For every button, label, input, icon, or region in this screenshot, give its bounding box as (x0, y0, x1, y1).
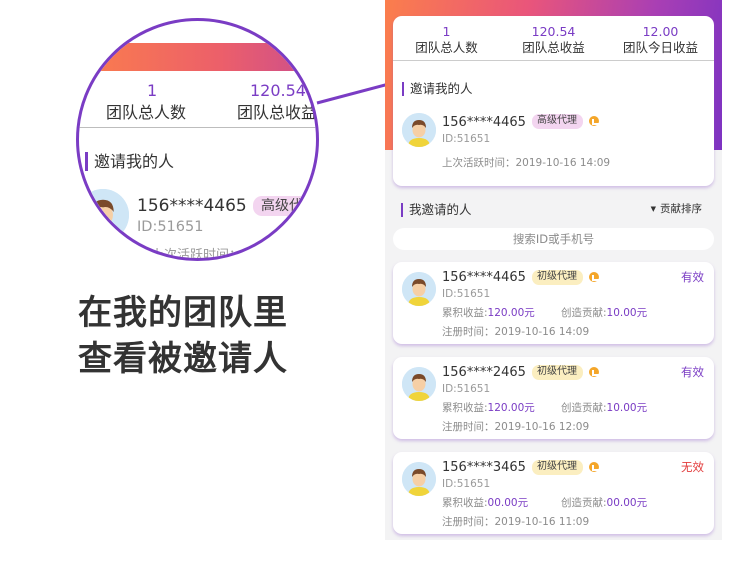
member-register-time: 注册时间：2019-10-16 11:09 (442, 516, 589, 529)
register-label: 注册时间： (442, 326, 495, 338)
inviter-id: ID:51651 (442, 133, 491, 145)
stat-today-earnings: 12.00 团队今日收益 (607, 16, 714, 60)
magnifier-lens: 1 团队总人数 120.54 团队总收益 邀请我的人 156****4465 高… (76, 18, 319, 261)
stat-team-count-label: 团队总人数 (415, 40, 478, 55)
stat-team-earnings-value: 120.54 (531, 24, 576, 39)
register-value: 2019-10-16 14:09 (494, 326, 590, 338)
avatar-icon (79, 189, 129, 241)
contribution-value: 10.00元 (606, 402, 648, 414)
member-register-time: 注册时间：2019-10-16 12:09 (442, 421, 589, 434)
member-earnings: 累积收益:120.00元 (442, 402, 535, 415)
earnings-value: 00.00元 (487, 497, 529, 509)
search-placeholder: 搜索ID或手机号 (512, 232, 595, 246)
magnifier-section-title: 邀请我的人 (94, 152, 175, 171)
earnings-label: 累积收益: (442, 307, 488, 319)
list-item[interactable]: 156****4465 初级代理 有效 ID:51651 累积收益:120.00… (393, 262, 714, 344)
member-register-time: 注册时间：2019-10-16 14:09 (442, 326, 589, 339)
promo-caption: 在我的团队里 查看被邀请人 (78, 290, 288, 382)
earnings-label: 累积收益: (442, 402, 488, 414)
level-badge: 初级代理 (532, 365, 583, 380)
member-earnings: 累积收益:00.00元 (442, 497, 528, 510)
stat-team-earnings-label: 团队总收益 (522, 40, 585, 55)
member-name: 156****4465 (442, 270, 526, 285)
magnifier-stat-team-count-label: 团队总人数 (106, 103, 187, 122)
invited-section-header: 我邀请的人 ▼ 贡献排序 (385, 195, 722, 221)
member-contribution: 创造贡献:10.00元 (561, 307, 647, 320)
register-label: 注册时间： (442, 516, 495, 528)
magnifier-inviter-id: ID:51651 (137, 219, 204, 235)
magnifier-stat-team-count-value: 1 (147, 81, 158, 100)
contribution-label: 创造贡献: (561, 497, 607, 509)
member-contribution: 创造贡献:00.00元 (561, 497, 647, 510)
avatar-icon (402, 367, 436, 401)
earnings-label: 累积收益: (442, 497, 488, 509)
team-stats-row: 1 团队总人数 120.54 团队总收益 12.00 团队今日收益 (393, 16, 714, 61)
caret-down-icon: ▼ (650, 205, 656, 213)
avatar-icon (402, 462, 436, 496)
magnifier-last-active: 上次活跃时间： (151, 248, 243, 261)
magnifier-divider (79, 127, 316, 128)
crown-badge-icon (588, 271, 602, 283)
member-id: ID:51651 (442, 288, 491, 300)
member-earnings: 累积收益:120.00元 (442, 307, 535, 320)
register-value: 2019-10-16 11:09 (494, 516, 590, 528)
member-contribution: 创造贡献:10.00元 (561, 402, 647, 415)
caption-line-2: 查看被邀请人 (78, 339, 288, 379)
list-item[interactable]: 156****2465 初级代理 有效 ID:51651 累积收益:120.00… (393, 357, 714, 439)
contribution-label: 创造贡献: (561, 307, 607, 319)
earnings-value: 120.00元 (487, 307, 535, 319)
register-value: 2019-10-16 12:09 (494, 421, 590, 433)
contribution-label: 创造贡献: (561, 402, 607, 414)
member-name: 156****2465 (442, 365, 526, 380)
sort-label: 贡献排序 (660, 203, 702, 215)
level-badge: 初级代理 (532, 270, 583, 285)
magnifier-section-marker (85, 152, 88, 171)
sort-by-contribution[interactable]: ▼ 贡献排序 (651, 201, 702, 216)
avatar-icon (402, 113, 436, 147)
stat-team-count-value: 1 (442, 24, 451, 39)
magnifier-stat-team-earnings-label: 团队总收益 (237, 103, 318, 122)
inviter-name: 156****4465 (442, 115, 526, 130)
earnings-value: 120.00元 (487, 402, 535, 414)
crown-badge-icon (588, 366, 602, 378)
invited-section-title: 我邀请的人 (401, 202, 472, 218)
status-badge: 有效 (681, 270, 704, 284)
status-badge: 有效 (681, 365, 704, 379)
inviter-section-title: 邀请我的人 (402, 81, 473, 97)
magnifier-stat-team-earnings-value: 120.54 (250, 81, 306, 100)
stat-team-earnings: 120.54 团队总收益 (500, 16, 607, 60)
contribution-value: 00.00元 (606, 497, 648, 509)
caption-line-1: 在我的团队里 (78, 293, 288, 333)
list-item[interactable]: 156****3465 初级代理 无效 ID:51651 累积收益:00.00元… (393, 452, 714, 534)
member-id: ID:51651 (442, 478, 491, 490)
member-id: ID:51651 (442, 383, 491, 395)
member-name: 156****3465 (442, 460, 526, 475)
search-input[interactable]: 搜索ID或手机号 (393, 228, 714, 250)
phone-screen: 1 团队总人数 120.54 团队总收益 12.00 团队今日收益 邀请我的人 … (385, 0, 722, 540)
contribution-value: 10.00元 (606, 307, 648, 319)
magnifier-header-gradient (79, 43, 316, 71)
register-label: 注册时间： (442, 421, 495, 433)
level-badge: 初级代理 (532, 460, 583, 475)
level-badge: 高级代理 (532, 114, 583, 129)
stat-today-earnings-label: 团队今日收益 (622, 40, 698, 55)
team-stats-card: 1 团队总人数 120.54 团队总收益 12.00 团队今日收益 邀请我的人 … (393, 16, 714, 186)
magnifier-inviter-name: 156****4465 (137, 196, 247, 216)
crown-badge-icon (588, 115, 602, 127)
magnifier-level-badge: 高级代 (253, 196, 311, 216)
status-badge: 无效 (681, 460, 704, 474)
crown-badge-icon (588, 461, 602, 473)
stat-team-count: 1 团队总人数 (393, 16, 500, 60)
avatar-icon (402, 272, 436, 306)
inviter-last-active: 上次活跃时间：2019-10-16 14:09 (442, 157, 611, 169)
stat-today-earnings-value: 12.00 (642, 24, 679, 39)
